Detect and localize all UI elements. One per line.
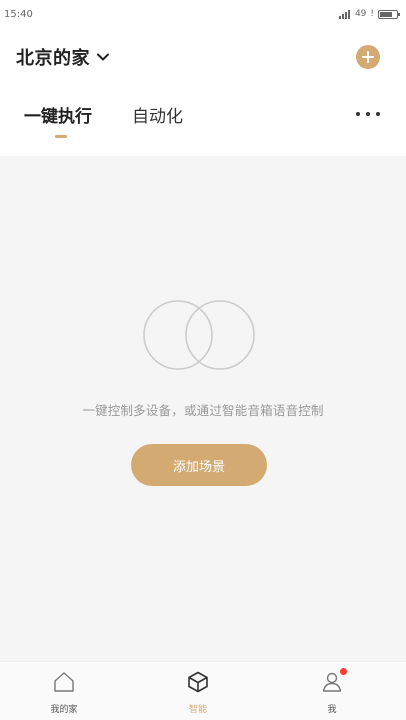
signal-icon (338, 9, 350, 19)
nav-label-home: 我的家 (50, 705, 78, 715)
battery-icon (378, 9, 400, 19)
more-dot (376, 112, 380, 116)
status-extra: ! (370, 9, 374, 19)
empty-state-message: 一键控制多设备，或通过智能音箱语音控制 (82, 403, 324, 418)
cube-icon (188, 671, 208, 693)
home-icon (54, 672, 74, 692)
add-icon[interactable] (356, 45, 380, 69)
bottom-nav: 我的家 智能 我 (0, 661, 406, 720)
more-dot (356, 112, 360, 116)
status-time: 15:40 (4, 9, 33, 20)
more-options-icon[interactable] (356, 104, 380, 124)
nav-item-home[interactable]: 我的家 (24, 662, 104, 720)
app-screen: 15:40 49 ! 北京的家 一键执行 自动化 一键控制多设备，或通过智能音箱… (0, 0, 406, 720)
status-indicators: 49 ! (338, 9, 400, 19)
network-indicator: 49 (354, 9, 367, 19)
active-tab-indicator (55, 135, 67, 138)
nav-label-smart: 智能 (188, 705, 207, 715)
home-name: 北京的家 (16, 48, 90, 69)
status-bar: 15:40 49 ! (0, 0, 406, 28)
chevron-down-icon (97, 53, 109, 61)
nav-item-smart[interactable]: 智能 (158, 662, 238, 720)
add-scene-button[interactable]: 添加场景 (131, 444, 267, 486)
nav-item-me[interactable]: 我 (292, 662, 372, 720)
more-dot (366, 112, 370, 116)
nav-label-me: 我 (327, 705, 337, 715)
notification-badge (340, 668, 347, 675)
empty-rings-icon (143, 300, 255, 370)
scene-list-area: 一键控制多设备，或通过智能音箱语音控制 添加场景 (0, 156, 406, 661)
tab-one-click[interactable]: 一键执行 (24, 102, 92, 127)
tab-automation[interactable]: 自动化 (132, 102, 183, 127)
home-selector[interactable]: 北京的家 (16, 42, 110, 72)
